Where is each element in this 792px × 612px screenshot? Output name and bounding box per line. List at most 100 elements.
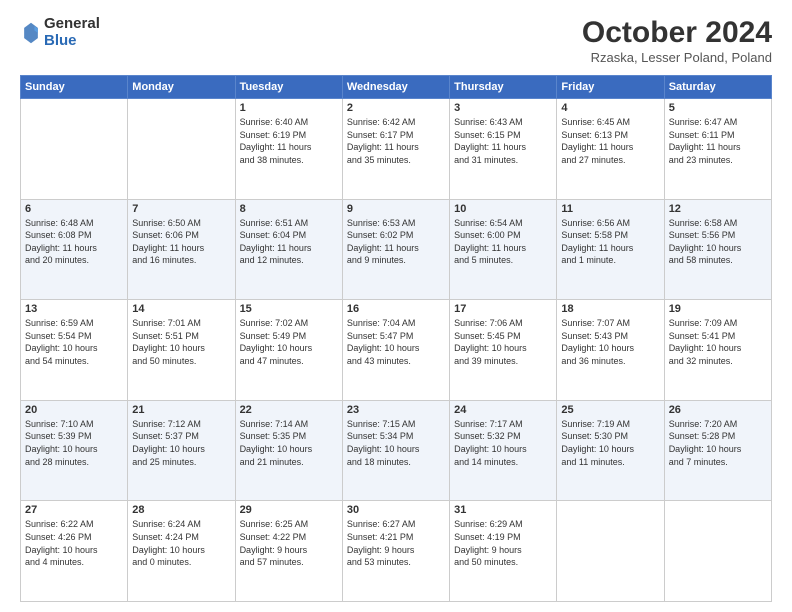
day-number: 27 — [25, 504, 123, 516]
logo-blue-text: Blue — [44, 33, 100, 50]
calendar-cell: 15 Sunrise: 7:02 AM Sunset: 5:49 PM Dayli… — [235, 300, 342, 401]
weekday-header-cell: Thursday — [450, 76, 557, 99]
header: General Blue October 2024 Rzaska, Lesser… — [20, 16, 772, 65]
day-number: 20 — [25, 404, 123, 416]
calendar-cell — [664, 501, 771, 602]
day-detail: Sunrise: 7:09 AM Sunset: 5:41 PM Dayligh… — [669, 317, 767, 367]
day-detail: Sunrise: 6:42 AM Sunset: 6:17 PM Dayligh… — [347, 116, 445, 166]
logo: General Blue — [20, 16, 100, 49]
calendar-cell: 28Sunrise: 6:24 AM Sunset: 4:24 PM Dayli… — [128, 501, 235, 602]
day-number: 23 — [347, 404, 445, 416]
calendar-week-row: 1 Sunrise: 6:40 AM Sunset: 6:19 PM Daylig… — [21, 99, 772, 200]
day-number: 2 — [347, 102, 445, 114]
month-title: October 2024 — [582, 16, 772, 50]
calendar-cell: 12 Sunrise: 6:58 AM Sunset: 5:56 PM Dayli… — [664, 199, 771, 300]
day-detail: Sunrise: 7:06 AM Sunset: 5:45 PM Dayligh… — [454, 317, 552, 367]
day-number: 12 — [669, 203, 767, 215]
calendar-cell: 31 Sunrise: 6:29 AM Sunset: 4:19 PM Dayli… — [450, 501, 557, 602]
day-detail: Sunrise: 6:59 AM Sunset: 5:54 PM Dayligh… — [25, 317, 123, 367]
day-detail: Sunrise: 6:50 AM Sunset: 6:06 PM Dayligh… — [132, 217, 230, 267]
weekday-header-cell: Monday — [128, 76, 235, 99]
day-detail: Sunrise: 7:01 AM Sunset: 5:51 PM Dayligh… — [132, 317, 230, 367]
logo-icon — [22, 21, 40, 45]
calendar-cell — [21, 99, 128, 200]
calendar-cell: 19 Sunrise: 7:09 AM Sunset: 5:41 PM Dayli… — [664, 300, 771, 401]
day-number: 13 — [25, 303, 123, 315]
calendar-week-row: 20Sunrise: 7:10 AM Sunset: 5:39 PM Dayli… — [21, 400, 772, 501]
day-detail: Sunrise: 6:22 AM Sunset: 4:26 PM Dayligh… — [25, 518, 123, 568]
calendar-cell: 8Sunrise: 6:51 AM Sunset: 6:04 PM Daylig… — [235, 199, 342, 300]
weekday-header-cell: Tuesday — [235, 76, 342, 99]
calendar-cell: 3 Sunrise: 6:43 AM Sunset: 6:15 PM Daylig… — [450, 99, 557, 200]
weekday-header-row: SundayMondayTuesdayWednesdayThursdayFrid… — [21, 76, 772, 99]
day-number: 3 — [454, 102, 552, 114]
weekday-header-cell: Saturday — [664, 76, 771, 99]
location: Rzaska, Lesser Poland, Poland — [582, 50, 772, 65]
calendar-cell: 29Sunrise: 6:25 AM Sunset: 4:22 PM Dayli… — [235, 501, 342, 602]
day-detail: Sunrise: 7:04 AM Sunset: 5:47 PM Dayligh… — [347, 317, 445, 367]
calendar-cell: 27 Sunrise: 6:22 AM Sunset: 4:26 PM Dayli… — [21, 501, 128, 602]
day-number: 19 — [669, 303, 767, 315]
day-detail: Sunrise: 7:20 AM Sunset: 5:28 PM Dayligh… — [669, 418, 767, 468]
calendar-cell: 4 Sunrise: 6:45 AM Sunset: 6:13 PM Daylig… — [557, 99, 664, 200]
day-number: 21 — [132, 404, 230, 416]
day-number: 4 — [561, 102, 659, 114]
calendar-cell: 9Sunrise: 6:53 AM Sunset: 6:02 PM Daylig… — [342, 199, 449, 300]
day-detail: Sunrise: 6:58 AM Sunset: 5:56 PM Dayligh… — [669, 217, 767, 267]
day-number: 8 — [240, 203, 338, 215]
day-detail: Sunrise: 7:19 AM Sunset: 5:30 PM Dayligh… — [561, 418, 659, 468]
day-number: 6 — [25, 203, 123, 215]
calendar-cell: 6 Sunrise: 6:48 AM Sunset: 6:08 PM Daylig… — [21, 199, 128, 300]
day-number: 28 — [132, 504, 230, 516]
calendar-page: General Blue October 2024 Rzaska, Lesser… — [0, 0, 792, 612]
calendar-cell: 2 Sunrise: 6:42 AM Sunset: 6:17 PM Daylig… — [342, 99, 449, 200]
calendar-cell: 16 Sunrise: 7:04 AM Sunset: 5:47 PM Dayli… — [342, 300, 449, 401]
day-detail: Sunrise: 7:12 AM Sunset: 5:37 PM Dayligh… — [132, 418, 230, 468]
day-number: 15 — [240, 303, 338, 315]
day-number: 31 — [454, 504, 552, 516]
day-detail: Sunrise: 6:27 AM Sunset: 4:21 PM Dayligh… — [347, 518, 445, 568]
day-number: 22 — [240, 404, 338, 416]
calendar-cell: 7 Sunrise: 6:50 AM Sunset: 6:06 PM Daylig… — [128, 199, 235, 300]
calendar-cell: 17 Sunrise: 7:06 AM Sunset: 5:45 PM Dayli… — [450, 300, 557, 401]
calendar-body: 1 Sunrise: 6:40 AM Sunset: 6:19 PM Daylig… — [21, 99, 772, 602]
calendar-week-row: 6 Sunrise: 6:48 AM Sunset: 6:08 PM Daylig… — [21, 199, 772, 300]
day-number: 14 — [132, 303, 230, 315]
calendar-cell: 1 Sunrise: 6:40 AM Sunset: 6:19 PM Daylig… — [235, 99, 342, 200]
day-number: 7 — [132, 203, 230, 215]
day-number: 5 — [669, 102, 767, 114]
day-number: 10 — [454, 203, 552, 215]
calendar-cell: 21 Sunrise: 7:12 AM Sunset: 5:37 PM Dayli… — [128, 400, 235, 501]
day-detail: Sunrise: 6:45 AM Sunset: 6:13 PM Dayligh… — [561, 116, 659, 166]
calendar-cell: 10 Sunrise: 6:54 AM Sunset: 6:00 PM Dayli… — [450, 199, 557, 300]
day-detail: Sunrise: 6:48 AM Sunset: 6:08 PM Dayligh… — [25, 217, 123, 267]
calendar-cell: 18Sunrise: 7:07 AM Sunset: 5:43 PM Dayli… — [557, 300, 664, 401]
day-detail: Sunrise: 6:40 AM Sunset: 6:19 PM Dayligh… — [240, 116, 338, 166]
day-number: 17 — [454, 303, 552, 315]
title-section: October 2024 Rzaska, Lesser Poland, Pola… — [582, 16, 772, 65]
weekday-header-cell: Wednesday — [342, 76, 449, 99]
day-detail: Sunrise: 6:54 AM Sunset: 6:00 PM Dayligh… — [454, 217, 552, 267]
calendar-cell — [557, 501, 664, 602]
calendar-cell: 20Sunrise: 7:10 AM Sunset: 5:39 PM Dayli… — [21, 400, 128, 501]
day-number: 24 — [454, 404, 552, 416]
day-detail: Sunrise: 7:17 AM Sunset: 5:32 PM Dayligh… — [454, 418, 552, 468]
day-number: 16 — [347, 303, 445, 315]
calendar-cell: 26 Sunrise: 7:20 AM Sunset: 5:28 PM Dayli… — [664, 400, 771, 501]
weekday-header-cell: Friday — [557, 76, 664, 99]
day-detail: Sunrise: 6:53 AM Sunset: 6:02 PM Dayligh… — [347, 217, 445, 267]
day-detail: Sunrise: 6:29 AM Sunset: 4:19 PM Dayligh… — [454, 518, 552, 568]
calendar-cell: 25 Sunrise: 7:19 AM Sunset: 5:30 PM Dayli… — [557, 400, 664, 501]
day-number: 26 — [669, 404, 767, 416]
calendar-week-row: 27 Sunrise: 6:22 AM Sunset: 4:26 PM Dayli… — [21, 501, 772, 602]
day-number: 25 — [561, 404, 659, 416]
calendar-cell: 24 Sunrise: 7:17 AM Sunset: 5:32 PM Dayli… — [450, 400, 557, 501]
calendar-table: SundayMondayTuesdayWednesdayThursdayFrid… — [20, 75, 772, 602]
day-number: 30 — [347, 504, 445, 516]
logo-general-text: General — [44, 16, 100, 33]
calendar-cell: 14 Sunrise: 7:01 AM Sunset: 5:51 PM Dayli… — [128, 300, 235, 401]
day-detail: Sunrise: 7:02 AM Sunset: 5:49 PM Dayligh… — [240, 317, 338, 367]
calendar-cell: 30 Sunrise: 6:27 AM Sunset: 4:21 PM Dayli… — [342, 501, 449, 602]
day-detail: Sunrise: 6:43 AM Sunset: 6:15 PM Dayligh… — [454, 116, 552, 166]
day-number: 1 — [240, 102, 338, 114]
